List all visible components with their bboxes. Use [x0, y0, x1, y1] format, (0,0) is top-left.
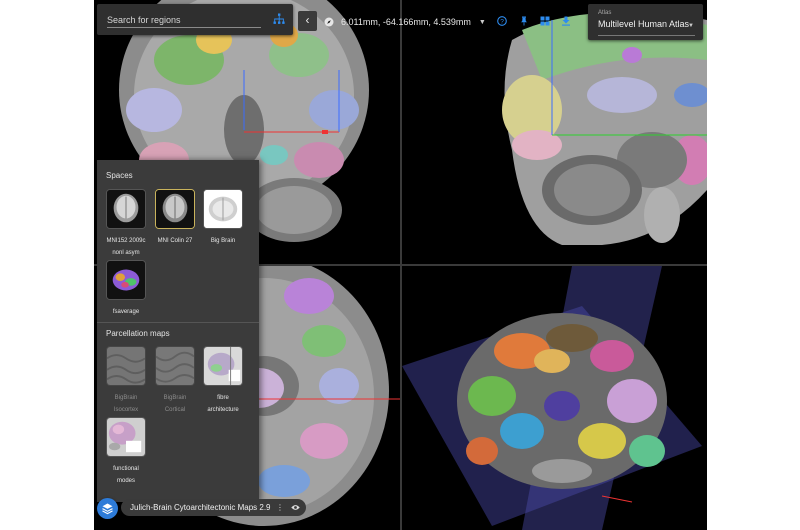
space-tile-colin27[interactable]: MNI Colin 27: [154, 189, 196, 247]
parcellation-thumbnail: [203, 346, 243, 386]
active-parcellation-chip[interactable]: Julich-Brain Cytoarchitectonic Maps 2.9 …: [121, 499, 306, 516]
parcellation-tile-fibre-architecture[interactable]: fibre architecture: [202, 346, 244, 416]
search-input[interactable]: [107, 12, 261, 28]
eye-icon[interactable]: [291, 504, 300, 511]
parcellation-tile-bigbrain-isocortex[interactable]: BigBrain Isocortex: [105, 346, 147, 416]
parcellation-label-line2: architecture: [207, 407, 239, 413]
grid-icon[interactable]: [540, 16, 550, 26]
compass-icon: [324, 17, 334, 27]
layers-toggle-button[interactable]: [97, 498, 118, 519]
parcellation-label-line1: fibre: [217, 395, 229, 401]
space-label-line1: fsaverage: [112, 309, 140, 315]
chevron-left-icon: ‹: [305, 13, 310, 27]
space-thumbnail-colin27: [155, 189, 195, 229]
parcellation-maps-title: Parcellation maps: [106, 329, 170, 338]
parcellation-label-line2: Isocortex: [113, 407, 139, 413]
space-thumbnail-mni152: [106, 189, 146, 229]
parcellation-label-line1: functional: [113, 466, 139, 472]
hierarchy-icon[interactable]: [273, 13, 285, 25]
coordinates-text: 6.011mm, -64.166mm, 4.539mm: [341, 17, 471, 27]
space-tile-fsaverage[interactable]: fsaverage: [105, 260, 147, 318]
region-search-box: [97, 4, 293, 35]
space-label-line1: MNI Colin 27: [157, 238, 193, 244]
dropdown-caret-icon: ▼: [688, 23, 694, 29]
space-tile-mni152[interactable]: MNI152 2009c nonl asym: [105, 189, 147, 259]
parcellation-label-line1: BigBrain: [163, 395, 187, 401]
layer-panel: Spaces MNI152 2009c nonl asym MNI Colin …: [97, 160, 259, 502]
help-icon[interactable]: ?: [497, 16, 507, 26]
collapse-panel-button[interactable]: ‹: [298, 11, 317, 31]
atlas-underline: [598, 35, 695, 36]
3d-surface-view-panel[interactable]: [402, 266, 707, 530]
parcellation-thumbnail: [155, 346, 195, 386]
chevron-down-icon[interactable]: ▼: [479, 19, 486, 26]
space-label-line1: MNI152 2009c: [106, 238, 146, 244]
atlas-selector[interactable]: Atlas Multilevel Human Atlas ▼: [588, 4, 703, 40]
space-label-line2: nonl asym: [112, 250, 140, 256]
space-thumbnail-fsaverage: [106, 260, 146, 300]
parcellation-tile-functional-modes[interactable]: functional modes: [105, 417, 147, 487]
atlas-label: Atlas: [598, 10, 612, 16]
parcellation-tile-bigbrain-cortical[interactable]: BigBrain Cortical: [154, 346, 196, 416]
space-label-line1: Big Brain: [210, 238, 236, 244]
layers-icon: [102, 503, 113, 515]
svg-text:?: ?: [500, 18, 504, 25]
parcellation-thumbnail: [106, 417, 146, 457]
coordinate-readout[interactable]: 6.011mm, -64.166mm, 4.539mm ▼: [324, 15, 486, 29]
section-divider: [97, 322, 259, 323]
parcellation-label-line2: Cortical: [164, 407, 186, 413]
parcellation-label-line1: BigBrain: [114, 395, 138, 401]
download-icon[interactable]: [561, 16, 571, 26]
parcellation-thumbnail: [106, 346, 146, 386]
spaces-title: Spaces: [106, 171, 133, 180]
pin-icon[interactable]: [519, 16, 529, 26]
space-tile-bigbrain[interactable]: Big Brain: [202, 189, 244, 247]
space-thumbnail-bigbrain: [203, 189, 243, 229]
active-parcellation-label: Julich-Brain Cytoarchitectonic Maps 2.9: [130, 503, 271, 512]
parcellation-label-line2: modes: [116, 478, 135, 484]
more-vert-icon[interactable]: ⋮: [276, 499, 284, 516]
atlas-value: Multilevel Human Atlas: [598, 19, 690, 29]
